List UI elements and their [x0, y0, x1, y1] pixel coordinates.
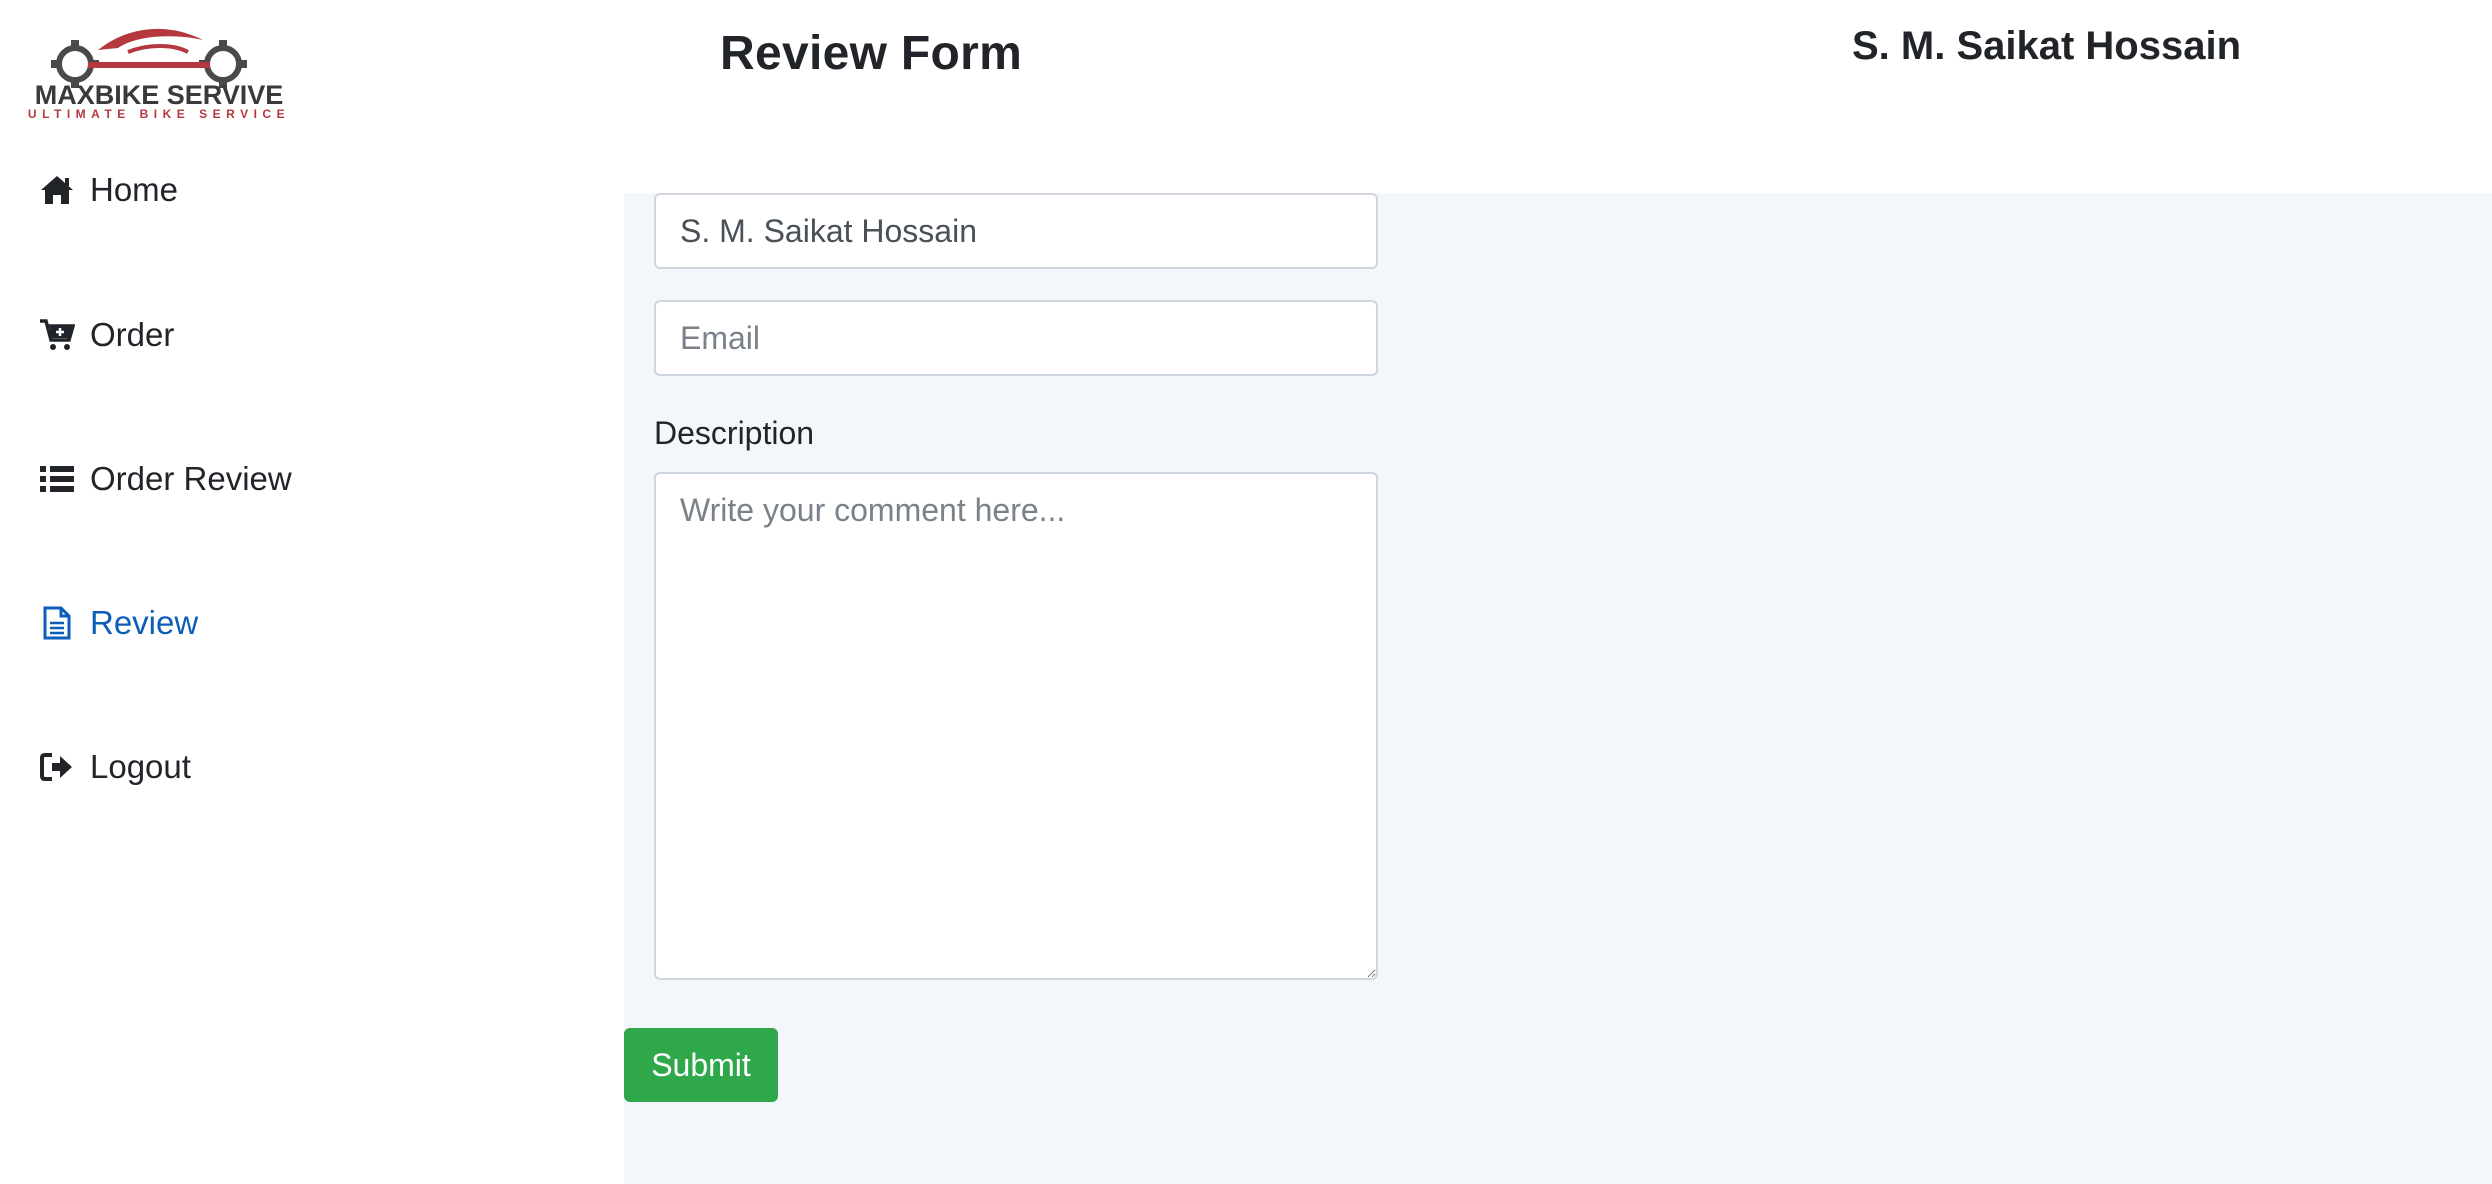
- name-field[interactable]: [654, 193, 1378, 269]
- sidebar-item-order-review[interactable]: Order Review: [38, 454, 292, 504]
- list-icon: [38, 460, 76, 498]
- user-name: S. M. Saikat Hossain: [1852, 24, 2242, 68]
- cart-plus-icon: [38, 316, 76, 354]
- page-title: Review Form: [720, 27, 1023, 80]
- file-text-icon: [38, 604, 76, 642]
- brand-name: MAXBIKE SERVIVE: [35, 80, 284, 110]
- sidebar-item-logout[interactable]: Logout: [38, 742, 191, 792]
- sign-out-icon: [38, 748, 76, 786]
- sidebar-item-label: Logout: [90, 748, 191, 785]
- sidebar-item-label: Review: [90, 604, 199, 641]
- sidebar-item-order[interactable]: Order: [38, 310, 174, 360]
- comment-textarea[interactable]: [654, 472, 1378, 980]
- email-field[interactable]: [654, 300, 1378, 376]
- sidebar-item-review[interactable]: Review: [38, 598, 198, 648]
- sidebar-item-home[interactable]: Home: [38, 165, 178, 215]
- home-icon: [38, 171, 76, 209]
- sidebar-item-label: Home: [90, 171, 179, 208]
- sidebar-item-label: Order: [90, 316, 175, 353]
- brand-tagline: ULTIMATE BIKE SERVICE: [28, 107, 290, 121]
- sidebar-item-label: Order Review: [90, 460, 292, 497]
- main-content: Description Submit: [624, 193, 2492, 1184]
- submit-button[interactable]: Submit: [624, 1028, 778, 1102]
- description-label: Description: [654, 415, 815, 451]
- brand-logo: MAXBIKE SERVIVE ULTIMATE BIKE SERVICE: [18, 22, 300, 122]
